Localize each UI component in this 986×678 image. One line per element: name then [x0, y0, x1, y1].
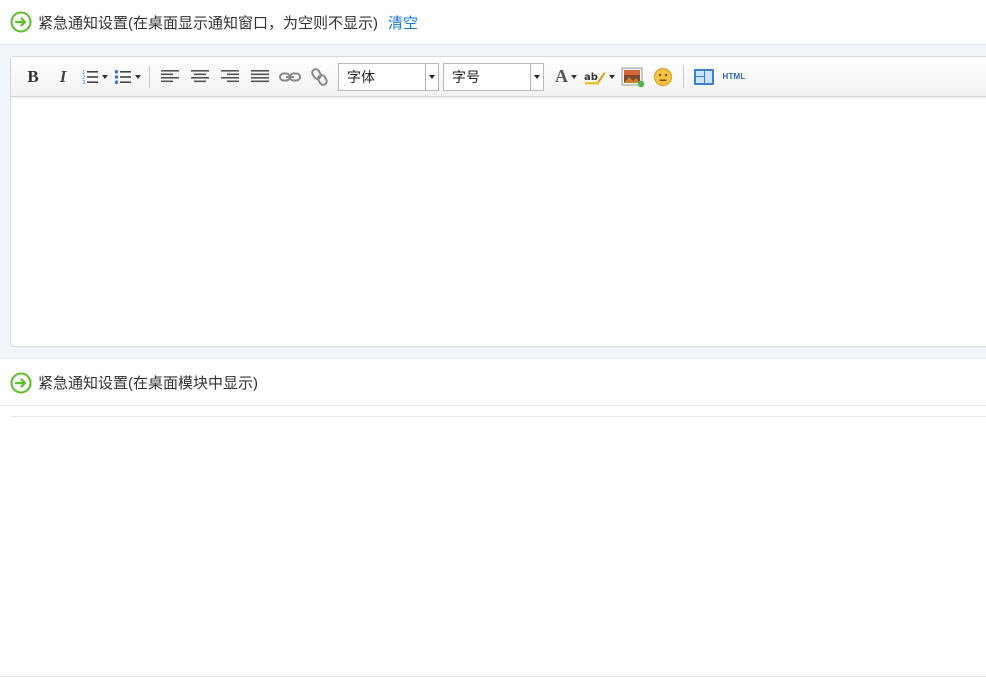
- highlight-icon: ab: [584, 71, 606, 84]
- svg-text:3: 3: [82, 80, 85, 86]
- ordered-list-icon: 1 2 3: [82, 70, 98, 86]
- chevron-down-icon: [135, 74, 141, 79]
- unordered-list-icon: [114, 69, 131, 84]
- chevron-down-icon: [102, 74, 108, 79]
- clear-link[interactable]: 清空: [388, 12, 418, 33]
- divider: [0, 676, 986, 677]
- insert-image-button[interactable]: [621, 64, 645, 90]
- font-size-value: 字号: [452, 68, 480, 85]
- align-center-button[interactable]: [188, 64, 212, 90]
- toolbar-divider: [683, 65, 684, 88]
- arrow-right-circle-icon: [10, 372, 32, 394]
- svg-text:ab: ab: [584, 72, 598, 83]
- unordered-list-button[interactable]: [114, 64, 141, 90]
- font-family-select[interactable]: 字体: [338, 62, 439, 91]
- font-size-select[interactable]: 字号: [443, 62, 544, 91]
- toolbar-divider: [149, 65, 150, 88]
- section2-content-area[interactable]: [10, 416, 986, 678]
- emoticon-icon: [654, 67, 672, 86]
- rich-text-editor: B I 1 2 3 字体 字号 A ab HTML: [10, 56, 986, 347]
- section1-title: 紧急通知设置(在桌面显示通知窗口，为空则不显示): [38, 14, 378, 32]
- section2-header: 紧急通知设置(在桌面模块中显示): [0, 360, 986, 406]
- link-button[interactable]: [278, 64, 302, 90]
- editor-toolbar: B I 1 2 3 字体 字号 A ab HTML: [11, 57, 986, 97]
- ordered-list-button[interactable]: 1 2 3: [81, 64, 108, 90]
- align-center-icon: [191, 69, 209, 82]
- emoticon-button[interactable]: [651, 64, 675, 90]
- align-right-button[interactable]: [218, 64, 242, 90]
- unlink-button[interactable]: [308, 64, 332, 90]
- align-right-icon: [221, 69, 239, 82]
- align-left-icon: [161, 69, 179, 82]
- chevron-down-icon: [571, 74, 577, 79]
- html-icon: HTML: [722, 72, 746, 81]
- align-justify-icon: [251, 69, 269, 82]
- section2-title: 紧急通知设置(在桌面模块中显示): [38, 375, 258, 392]
- chevron-down-icon: [425, 63, 438, 90]
- font-color-button[interactable]: A: [554, 64, 578, 90]
- italic-button[interactable]: I: [51, 64, 75, 90]
- template-icon: [694, 68, 714, 85]
- editor-content-area[interactable]: [11, 97, 986, 346]
- chevron-down-icon: [530, 63, 543, 90]
- html-source-button[interactable]: HTML: [722, 64, 746, 90]
- link-icon: [279, 72, 301, 81]
- font-family-value: 字体: [347, 68, 375, 85]
- section1-header: 紧急通知设置(在桌面显示通知窗口，为空则不显示) 清空: [0, 0, 986, 45]
- chevron-down-icon: [609, 74, 615, 79]
- bold-button[interactable]: B: [21, 64, 45, 90]
- unlink-icon: [311, 67, 328, 86]
- arrow-right-circle-icon: [10, 11, 32, 33]
- template-button[interactable]: [692, 64, 716, 90]
- image-icon: [621, 67, 645, 87]
- align-justify-button[interactable]: [248, 64, 272, 90]
- align-left-button[interactable]: [158, 64, 182, 90]
- bold-icon: B: [27, 66, 39, 86]
- italic-icon: I: [59, 66, 67, 86]
- highlight-button[interactable]: ab: [584, 64, 615, 90]
- font-color-icon: A: [555, 66, 568, 86]
